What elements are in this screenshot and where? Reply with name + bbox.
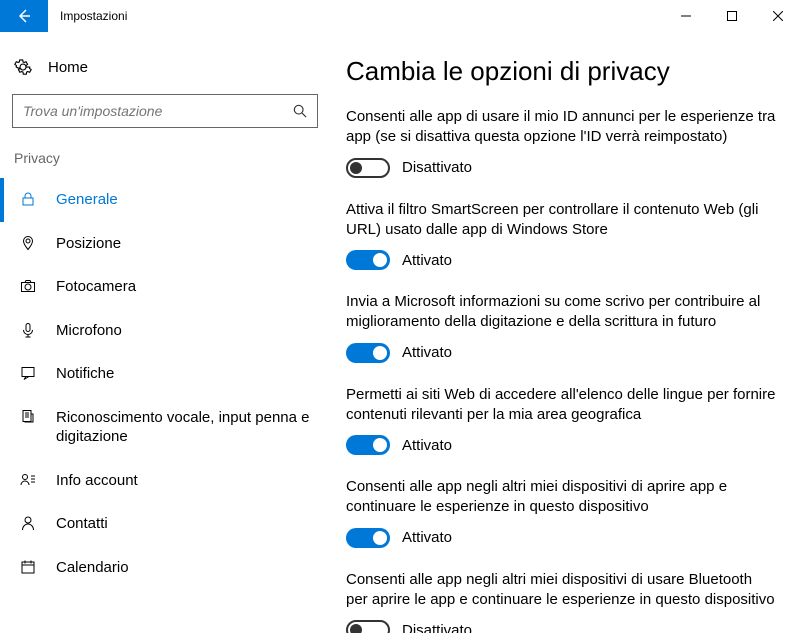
- nav-item-label: Microfono: [56, 321, 316, 341]
- toggle-row: Attivato: [346, 528, 777, 548]
- setting-description: Consenti alle app di usare il mio ID ann…: [346, 107, 777, 148]
- location-icon: [18, 234, 38, 251]
- toggle-switch[interactable]: [346, 528, 390, 548]
- toggle-row: Attivato: [346, 343, 777, 363]
- window-controls: [663, 0, 801, 32]
- nav-item-fotocamera[interactable]: Fotocamera: [0, 265, 330, 309]
- titlebar: Impostazioni: [0, 0, 801, 32]
- nav-item-generale[interactable]: Generale: [0, 178, 330, 222]
- toggle-state-label: Disattivato: [402, 159, 472, 176]
- account-info-icon: [18, 471, 38, 488]
- gear-icon: [14, 58, 32, 76]
- toggle-state-label: Attivato: [402, 344, 452, 361]
- section-label: Privacy: [0, 150, 330, 178]
- toggle-row: Disattivato: [346, 620, 777, 633]
- nav-item-contatti[interactable]: Contatti: [0, 502, 330, 546]
- page-heading: Cambia le opzioni di privacy: [346, 56, 777, 87]
- nav-item-label: Riconoscimento vocale, input penna e dig…: [56, 408, 316, 447]
- setting-description: Attiva il filtro SmartScreen per control…: [346, 200, 777, 241]
- toggle-row: Attivato: [346, 250, 777, 270]
- home-label: Home: [48, 59, 88, 76]
- setting-description: Invia a Microsoft informazioni su come s…: [346, 292, 777, 333]
- setting-description: Consenti alle app negli altri miei dispo…: [346, 570, 777, 611]
- nav-item-label: Calendario: [56, 558, 316, 578]
- toggle-row: Attivato: [346, 435, 777, 455]
- nav-item-label: Fotocamera: [56, 277, 316, 297]
- setting-description: Permetti ai siti Web di accedere all'ele…: [346, 385, 777, 426]
- nav-item-calendario[interactable]: Calendario: [0, 546, 330, 590]
- search-input[interactable]: [23, 103, 293, 119]
- toggle-switch[interactable]: [346, 435, 390, 455]
- sidebar: Home Privacy Generale Posizione Fotocamera…: [0, 32, 330, 633]
- toggle-state-label: Attivato: [402, 252, 452, 269]
- nav-item-posizione[interactable]: Posizione: [0, 222, 330, 266]
- speech-icon: [18, 408, 38, 425]
- microphone-icon: [18, 321, 38, 338]
- maximize-button[interactable]: [709, 0, 755, 32]
- setting-4: Consenti alle app negli altri miei dispo…: [346, 477, 777, 548]
- setting-0: Consenti alle app di usare il mio ID ann…: [346, 107, 777, 178]
- toggle-switch[interactable]: [346, 158, 390, 178]
- back-button[interactable]: [0, 0, 48, 32]
- toggle-state-label: Attivato: [402, 437, 452, 454]
- setting-1: Attiva il filtro SmartScreen per control…: [346, 200, 777, 271]
- close-button[interactable]: [755, 0, 801, 32]
- lock-icon: [18, 190, 38, 207]
- toggle-switch[interactable]: [346, 620, 390, 633]
- nav-item-notifiche[interactable]: Notifiche: [0, 352, 330, 396]
- close-icon: [773, 11, 783, 21]
- nav-item-microfono[interactable]: Microfono: [0, 309, 330, 353]
- toggle-state-label: Attivato: [402, 529, 452, 546]
- calendar-icon: [18, 558, 38, 575]
- nav-item-label: Info account: [56, 471, 316, 491]
- main-panel: Cambia le opzioni di privacy Consenti al…: [330, 32, 801, 633]
- toggle-switch[interactable]: [346, 343, 390, 363]
- arrow-left-icon: [16, 8, 32, 24]
- contacts-icon: [18, 514, 38, 531]
- toggle-state-label: Disattivato: [402, 622, 472, 633]
- setting-description: Consenti alle app negli altri miei dispo…: [346, 477, 777, 518]
- notifications-icon: [18, 364, 38, 381]
- minimize-button[interactable]: [663, 0, 709, 32]
- nav-item-label: Posizione: [56, 234, 316, 254]
- toggle-row: Disattivato: [346, 158, 777, 178]
- camera-icon: [18, 277, 38, 294]
- search-icon: [293, 104, 307, 118]
- setting-5: Consenti alle app negli altri miei dispo…: [346, 570, 777, 633]
- maximize-icon: [727, 11, 737, 21]
- nav-item-label: Generale: [56, 190, 316, 210]
- window-title: Impostazioni: [48, 0, 663, 32]
- home-link[interactable]: Home: [0, 52, 330, 94]
- toggle-switch[interactable]: [346, 250, 390, 270]
- search-box[interactable]: [12, 94, 318, 128]
- nav-item-info[interactable]: Info account: [0, 459, 330, 503]
- setting-3: Permetti ai siti Web di accedere all'ele…: [346, 385, 777, 456]
- setting-2: Invia a Microsoft informazioni su come s…: [346, 292, 777, 363]
- minimize-icon: [681, 11, 691, 21]
- nav-item-riconoscimento[interactable]: Riconoscimento vocale, input penna e dig…: [0, 396, 330, 459]
- nav-item-label: Notifiche: [56, 364, 316, 384]
- nav-item-label: Contatti: [56, 514, 316, 534]
